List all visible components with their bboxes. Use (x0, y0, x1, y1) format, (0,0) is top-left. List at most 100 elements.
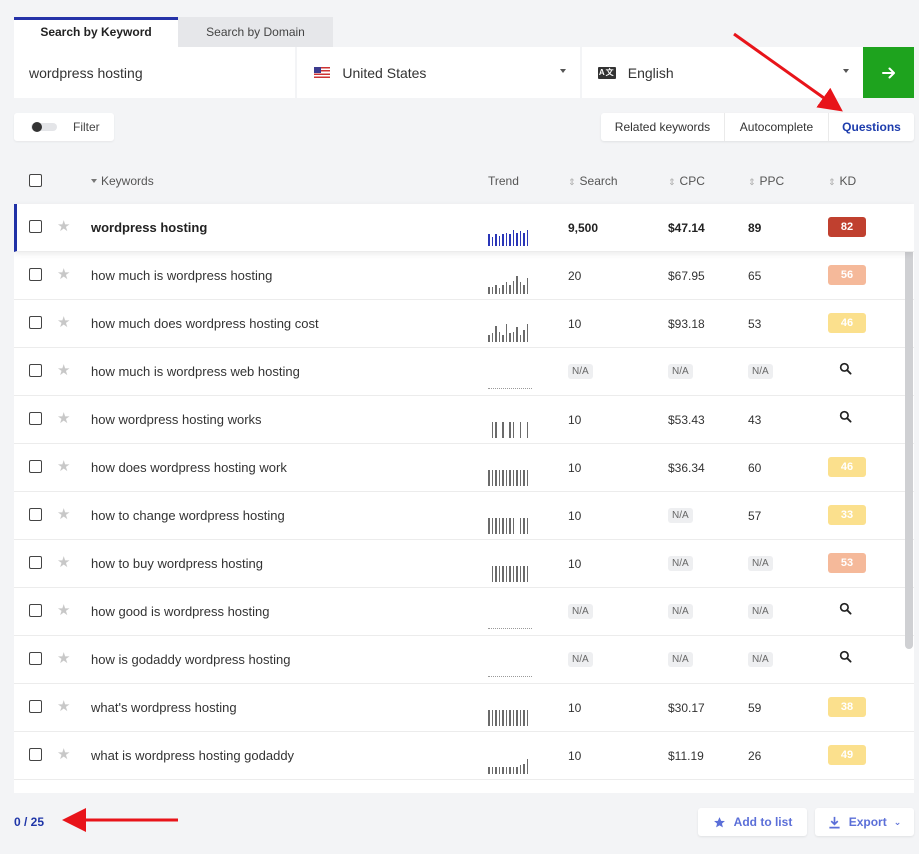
ppc-column-header[interactable]: ⇕ PPC (748, 174, 784, 188)
cpc-value: $11.19 (668, 749, 704, 763)
search-volume: 10 (568, 413, 582, 427)
keyword-input[interactable] (29, 64, 279, 81)
language-select[interactable]: A文 English (581, 47, 864, 98)
table-row[interactable]: ★ what's wordpress hosting 10 $30.17 59 38 (14, 684, 914, 732)
trend-bar (505, 565, 507, 582)
table-row[interactable]: ★ how to change wordpress hosting 10 N/A 57 3… (14, 492, 914, 540)
trend-bar (495, 565, 497, 582)
trend-bar (519, 231, 521, 246)
search-go-button[interactable] (863, 47, 914, 98)
search-mode-tabs: Search by Keyword Search by Domain (14, 17, 333, 47)
table-row[interactable]: ★ how much is wordpress hosting 20 $67.95 65… (14, 252, 914, 300)
row-checkbox[interactable] (29, 652, 42, 665)
table-row[interactable]: ★ how much is wordpress web hosting N/A N/A… (14, 348, 914, 396)
keywords-column-header[interactable]: Keywords (91, 174, 154, 188)
cpc-column-header[interactable]: ⇕ CPC (668, 174, 705, 188)
star-icon[interactable]: ★ (57, 697, 70, 715)
sort-icon: ⇕ (568, 177, 576, 187)
table-row[interactable]: ★ how good is wordpress hosting N/A N/A N/A (14, 588, 914, 636)
row-checkbox[interactable] (29, 316, 42, 329)
table-row[interactable]: ★ how wordpress hosting works 10 $53.43 43 (14, 396, 914, 444)
trend-bar (526, 324, 528, 342)
table-row[interactable]: ★ wordpress hosting 9,500 $47.14 89 82 (14, 204, 914, 252)
trend-bar (512, 469, 514, 486)
search-icon[interactable] (839, 362, 852, 375)
row-checkbox[interactable] (29, 220, 42, 233)
search-volume: 10 (568, 749, 582, 763)
kd-badge: 46 (828, 313, 866, 333)
table-row[interactable]: ★ how is godaddy wordpress hosting N/A N/A N… (14, 636, 914, 684)
trend-bar (506, 437, 508, 438)
star-icon (713, 816, 725, 827)
star-icon[interactable]: ★ (57, 505, 70, 523)
star-icon[interactable]: ★ (57, 265, 70, 283)
trend-bar (526, 709, 528, 726)
trend-bar (509, 517, 511, 534)
star-icon[interactable]: ★ (57, 553, 70, 571)
select-all-checkbox[interactable] (29, 174, 42, 187)
row-checkbox[interactable] (29, 604, 42, 617)
trend-bar (502, 766, 504, 774)
kd-column-header[interactable]: ⇕ KD (828, 174, 856, 188)
tab-search-by-domain[interactable]: Search by Domain (178, 17, 333, 47)
star-icon[interactable]: ★ (57, 745, 70, 763)
related-keywords-button[interactable]: Related keywords (601, 113, 725, 141)
search-volume: 20 (568, 269, 582, 283)
row-checkbox[interactable] (29, 364, 42, 377)
search-icon[interactable] (839, 602, 852, 615)
table-scrollbar[interactable] (905, 205, 913, 649)
ppc-value: 57 (748, 509, 762, 523)
trend-bar (502, 565, 504, 582)
cpc-value: N/A (668, 604, 693, 619)
search-icon[interactable] (839, 410, 852, 423)
star-icon[interactable]: ★ (57, 457, 70, 475)
star-icon[interactable]: ★ (57, 649, 70, 667)
table-row[interactable]: ★ how much does wordpress hosting cost 10 $… (14, 300, 914, 348)
tab-search-by-keyword[interactable]: Search by Keyword (14, 17, 178, 47)
star-icon[interactable]: ★ (57, 409, 70, 427)
table-row[interactable]: ★ how does wordpress hosting work 10 $36.34… (14, 444, 914, 492)
ppc-value: 43 (748, 413, 762, 427)
trend-bar (505, 709, 507, 726)
row-checkbox[interactable] (29, 748, 42, 761)
export-button[interactable]: Export ⌄ (815, 808, 914, 836)
trend-bar (488, 334, 490, 342)
trend-bar (488, 517, 490, 534)
row-checkbox[interactable] (29, 556, 42, 569)
star-icon[interactable]: ★ (57, 217, 70, 235)
trend-bar (502, 234, 504, 246)
trend-bar (488, 469, 490, 486)
search-column-header[interactable]: ⇕ Search (568, 174, 618, 188)
add-to-list-button[interactable]: Add to list (698, 808, 807, 836)
trend-sparkline (488, 456, 532, 486)
location-select[interactable]: United States (297, 47, 580, 98)
cpc-value: N/A (668, 508, 693, 523)
star-icon[interactable]: ★ (57, 313, 70, 331)
autocomplete-button[interactable]: Autocomplete (725, 113, 829, 141)
trend-bar (502, 709, 504, 726)
trend-bar (512, 766, 514, 774)
questions-button[interactable]: Questions (829, 113, 914, 141)
trend-sparkline (488, 744, 532, 774)
trend-bar (495, 469, 497, 486)
table-row[interactable]: ★ how to buy wordpress hosting 10 N/A N/A 53 (14, 540, 914, 588)
trend-bar (523, 565, 525, 582)
trend-bar (491, 333, 493, 342)
sort-icon: ⇕ (748, 177, 756, 187)
trend-bar (498, 469, 500, 486)
row-checkbox[interactable] (29, 460, 42, 473)
trend-bar (523, 330, 525, 342)
star-icon[interactable]: ★ (57, 601, 70, 619)
trend-bar (509, 421, 511, 438)
filter-toggle-button[interactable]: Filter (14, 113, 114, 141)
row-checkbox[interactable] (29, 700, 42, 713)
trend-bar (523, 437, 525, 438)
table-row[interactable]: ★ what is wordpress hosting godaddy 10 $11.… (14, 732, 914, 780)
toggle-switch-icon[interactable] (31, 122, 57, 132)
row-checkbox[interactable] (29, 412, 42, 425)
search-icon[interactable] (839, 650, 852, 663)
star-icon[interactable]: ★ (57, 361, 70, 379)
row-checkbox[interactable] (29, 508, 42, 521)
trend-sparkline (488, 552, 532, 582)
row-checkbox[interactable] (29, 268, 42, 281)
